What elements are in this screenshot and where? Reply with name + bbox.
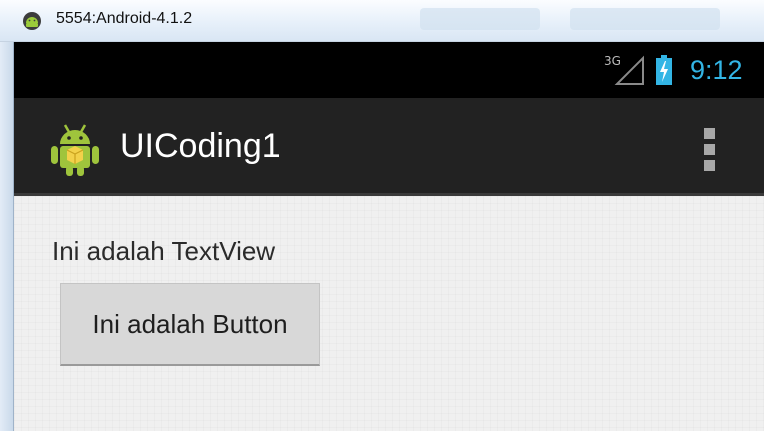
activity-content: Ini adalah TextView Ini adalah Button — [14, 196, 764, 431]
signal-strength-icon — [614, 55, 644, 85]
status-clock: 9:12 — [690, 55, 743, 85]
app-title: UICoding1 — [120, 127, 281, 165]
window-frame-left — [0, 42, 14, 431]
android-robot-icon[interactable] — [48, 119, 102, 177]
status-bar: 3G 9:12 — [14, 42, 764, 98]
battery-charging-icon — [656, 55, 672, 85]
emulator-window-title: 5554:Android-4.1.2 — [56, 10, 193, 27]
emulator-title-bar[interactable]: 5554:Android-4.1.2 — [0, 0, 764, 42]
action-bar: UICoding1 — [14, 98, 764, 196]
android-emulator-icon — [23, 12, 41, 30]
android-screen: 3G 9:12 UICoding1 Ini adalah TextView In… — [14, 42, 764, 431]
title-bar-blur — [570, 8, 720, 30]
overflow-menu-icon[interactable] — [694, 126, 724, 172]
textview-label: Ini adalah TextView — [52, 236, 276, 266]
title-bar-blur — [420, 8, 540, 30]
emulator-window: 5554:Android-4.1.2 3G 9:12 UICoding1 Ini… — [0, 0, 764, 431]
main-button[interactable]: Ini adalah Button — [60, 283, 320, 366]
